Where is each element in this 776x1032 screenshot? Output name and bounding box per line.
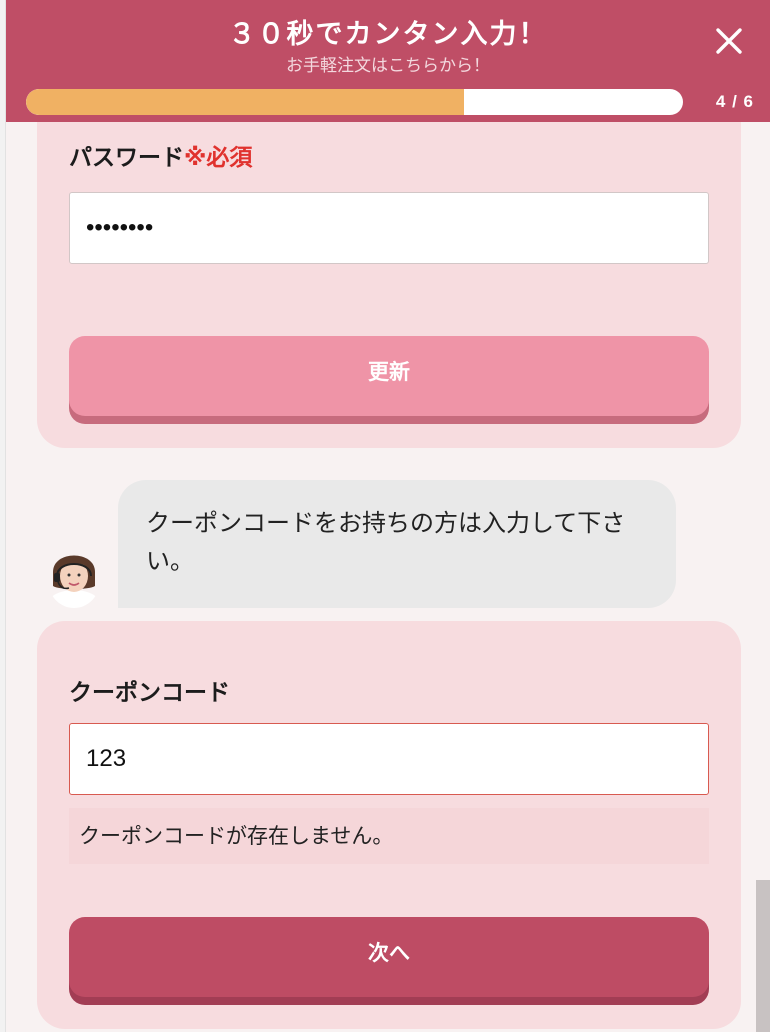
header-title: ３０秒でカンタン入力！ — [228, 19, 548, 50]
password-card: パスワード※必須 •••••••• 更新 — [37, 100, 741, 448]
order-modal: パスワード※必須 •••••••• 更新 クーポンコードをお持ちの方は入力して下… — [6, 0, 770, 1032]
coupon-card: クーポンコード 123 クーポンコードが存在しません。 次へ — [37, 621, 741, 1029]
progress-fill — [26, 89, 464, 115]
coupon-error-message: クーポンコードが存在しません。 — [69, 808, 709, 864]
next-button[interactable]: 次へ — [69, 917, 709, 997]
progress-count: 4 / 6 — [715, 92, 754, 111]
password-label: パスワード※必須 — [69, 145, 253, 171]
modal-header: ３０秒でカンタン入力！ お手軽注文はこちらから！ 4 / 6 — [6, 0, 770, 122]
chat-bubble: クーポンコードをお持ちの方は入力して下さい。 — [118, 480, 676, 608]
coupon-input[interactable]: 123 — [69, 723, 709, 795]
required-mark: ※必須 — [184, 145, 253, 171]
scrollbar-thumb[interactable] — [756, 880, 770, 1032]
operator-avatar — [49, 542, 99, 608]
coupon-label: クーポンコード — [69, 680, 230, 706]
password-input[interactable]: •••••••• — [69, 192, 709, 264]
header-subtitle: お手軽注文はこちらから！ — [286, 56, 490, 76]
progress-bar — [26, 89, 683, 115]
close-icon[interactable] — [714, 26, 744, 56]
update-button[interactable]: 更新 — [69, 336, 709, 416]
